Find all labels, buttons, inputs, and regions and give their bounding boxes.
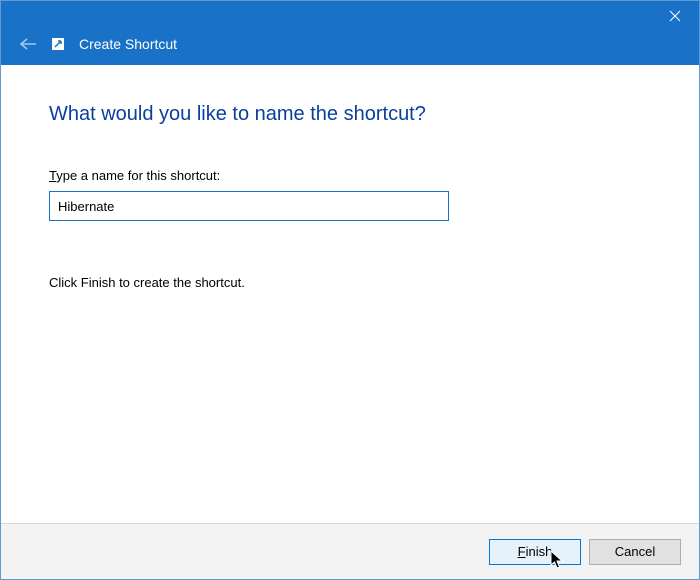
titlebar: Create Shortcut <box>1 1 699 65</box>
finish-button[interactable]: Finish <box>489 539 581 565</box>
shortcut-name-input[interactable] <box>49 191 449 221</box>
close-button[interactable] <box>651 1 699 31</box>
cursor-icon <box>550 550 566 570</box>
cancel-button[interactable]: Cancel <box>589 539 681 565</box>
input-label: Type a name for this shortcut: <box>49 168 651 183</box>
title-row: Create Shortcut <box>19 35 177 53</box>
create-shortcut-dialog: Create Shortcut What would you like to n… <box>0 0 700 580</box>
page-heading: What would you like to name the shortcut… <box>49 103 651 126</box>
close-icon <box>669 10 681 22</box>
back-arrow-icon <box>19 37 37 51</box>
back-button[interactable] <box>19 35 37 53</box>
dialog-title: Create Shortcut <box>79 36 177 52</box>
footer: Finish Cancel <box>1 523 699 579</box>
content-area: What would you like to name the shortcut… <box>1 65 699 523</box>
shortcut-icon <box>51 37 65 51</box>
instruction-text: Click Finish to create the shortcut. <box>49 275 651 290</box>
